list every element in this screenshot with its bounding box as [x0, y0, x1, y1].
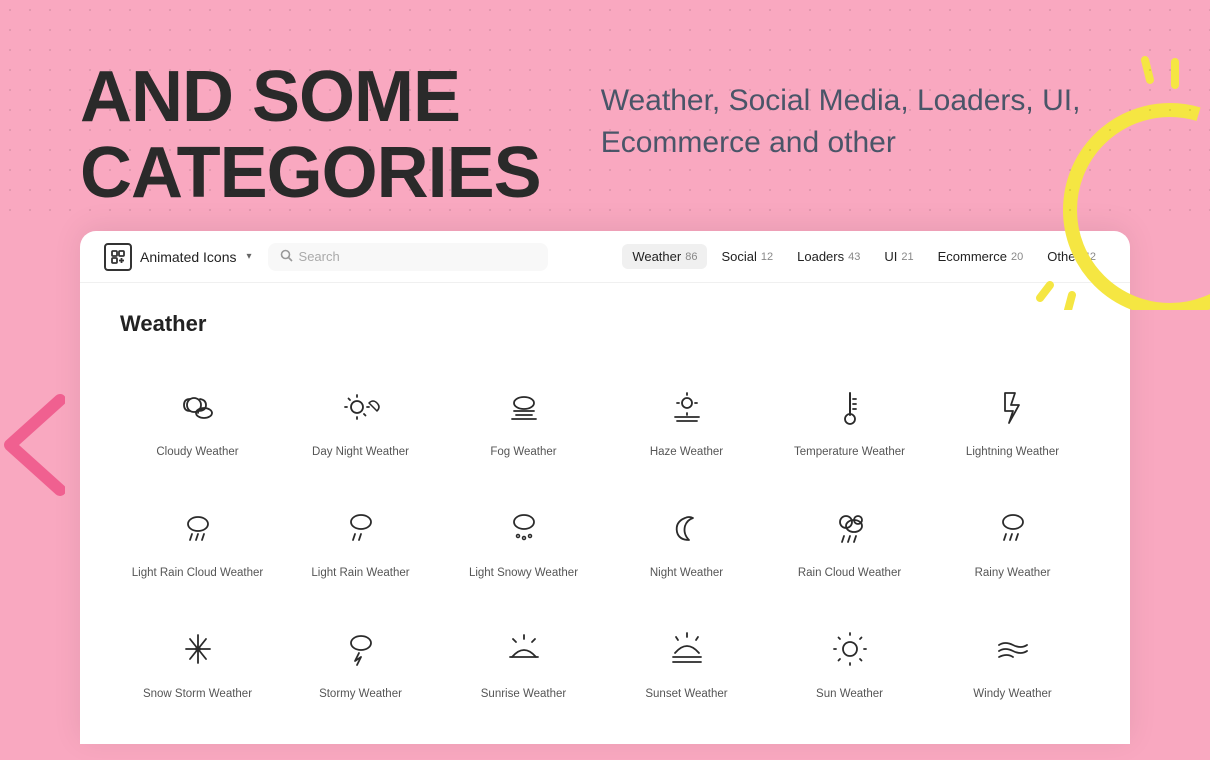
icon-item[interactable]: Sun Weather [772, 603, 927, 716]
weather-icon [335, 381, 387, 433]
icon-label: Rainy Weather [975, 566, 1051, 581]
icon-item[interactable]: Windy Weather [935, 603, 1090, 716]
icon-label: Light Snowy Weather [469, 566, 578, 581]
icon-label: Fog Weather [490, 445, 556, 460]
weather-icon [824, 381, 876, 433]
tab-count: 21 [901, 251, 913, 263]
chevron-down-icon: ▾ [247, 251, 252, 262]
weather-icon [987, 502, 1039, 554]
icon-item[interactable]: Fog Weather [446, 361, 601, 474]
icon-item[interactable]: Light Rain Cloud Weather [120, 482, 275, 595]
icon-item[interactable]: Haze Weather [609, 361, 764, 474]
icon-label: Haze Weather [650, 445, 723, 460]
icon-grid: Cloudy Weather Day Night Weather Fog Weath… [120, 361, 1090, 716]
weather-icon [661, 381, 713, 433]
icon-item[interactable]: Rainy Weather [935, 482, 1090, 595]
weather-icon [498, 623, 550, 675]
icon-item[interactable]: Light Snowy Weather [446, 482, 601, 595]
icon-item[interactable]: Sunrise Weather [446, 603, 601, 716]
content-area: Weather Cloudy Weather Day Night Weather F… [80, 283, 1130, 744]
weather-icon [335, 623, 387, 675]
icon-item[interactable]: Day Night Weather [283, 361, 438, 474]
icon-item[interactable]: Light Rain Weather [283, 482, 438, 595]
weather-icon [172, 381, 224, 433]
hero-description: Weather, Social Media, Loaders, UI, Ecom… [601, 80, 1081, 164]
tab-label: Loaders [797, 249, 844, 264]
tab-count: 86 [685, 251, 697, 263]
tab-label: Weather [632, 249, 681, 264]
icon-label: Windy Weather [973, 687, 1051, 702]
tab-label: Social [721, 249, 756, 264]
icon-label: Day Night Weather [312, 445, 409, 460]
icon-item[interactable]: Cloudy Weather [120, 361, 275, 474]
app-panel: Animated Icons ▾ Search Weather 86 Social 1… [80, 231, 1130, 744]
hero-left: AND SOME CATEGORIES [80, 60, 541, 211]
icon-label: Cloudy Weather [156, 445, 238, 460]
icon-item[interactable]: Lightning Weather [935, 361, 1090, 474]
weather-icon [661, 623, 713, 675]
icon-item[interactable]: Stormy Weather [283, 603, 438, 716]
weather-icon [172, 623, 224, 675]
weather-icon [824, 623, 876, 675]
icon-label: Snow Storm Weather [143, 687, 252, 702]
search-icon [280, 249, 293, 265]
weather-icon [987, 623, 1039, 675]
icon-item[interactable]: Snow Storm Weather [120, 603, 275, 716]
icon-label: Temperature Weather [794, 445, 905, 460]
section-title: Weather [120, 311, 1090, 337]
nav-tab-loaders[interactable]: Loaders 43 [787, 244, 870, 269]
brand-name: Animated Icons [140, 249, 237, 265]
icon-label: Rain Cloud Weather [798, 566, 901, 581]
tab-label: UI [884, 249, 897, 264]
weather-icon [661, 502, 713, 554]
icon-item[interactable]: Sunset Weather [609, 603, 764, 716]
icon-label: Sun Weather [816, 687, 883, 702]
nav-tab-ui[interactable]: UI 21 [874, 244, 923, 269]
icon-label: Night Weather [650, 566, 723, 581]
hero-section: AND SOME CATEGORIES Weather, Social Medi… [0, 0, 1210, 211]
weather-icon [498, 502, 550, 554]
navbar: Animated Icons ▾ Search Weather 86 Social 1… [80, 231, 1130, 283]
icon-item[interactable]: Temperature Weather [772, 361, 927, 474]
icon-label: Light Rain Weather [311, 566, 409, 581]
hero-right: Weather, Social Media, Loaders, UI, Ecom… [601, 60, 1081, 164]
weather-icon [335, 502, 387, 554]
icon-label: Sunset Weather [645, 687, 727, 702]
brand-icon [104, 243, 132, 271]
weather-icon [824, 502, 876, 554]
brand[interactable]: Animated Icons ▾ [104, 243, 252, 271]
weather-icon [498, 381, 550, 433]
search-bar[interactable]: Search [268, 243, 548, 271]
icon-item[interactable]: Rain Cloud Weather [772, 482, 927, 595]
nav-tab-weather[interactable]: Weather 86 [622, 244, 707, 269]
nav-tab-social[interactable]: Social 12 [711, 244, 783, 269]
icon-label: Stormy Weather [319, 687, 402, 702]
tab-count: 43 [848, 251, 860, 263]
tab-count: 12 [761, 251, 773, 263]
icon-label: Lightning Weather [966, 445, 1059, 460]
weather-icon [172, 502, 224, 554]
search-placeholder: Search [299, 249, 340, 264]
weather-icon [987, 381, 1039, 433]
icon-item[interactable]: Night Weather [609, 482, 764, 595]
hero-heading: AND SOME CATEGORIES [80, 60, 541, 211]
icon-label: Light Rain Cloud Weather [132, 566, 263, 581]
icon-label: Sunrise Weather [481, 687, 566, 702]
